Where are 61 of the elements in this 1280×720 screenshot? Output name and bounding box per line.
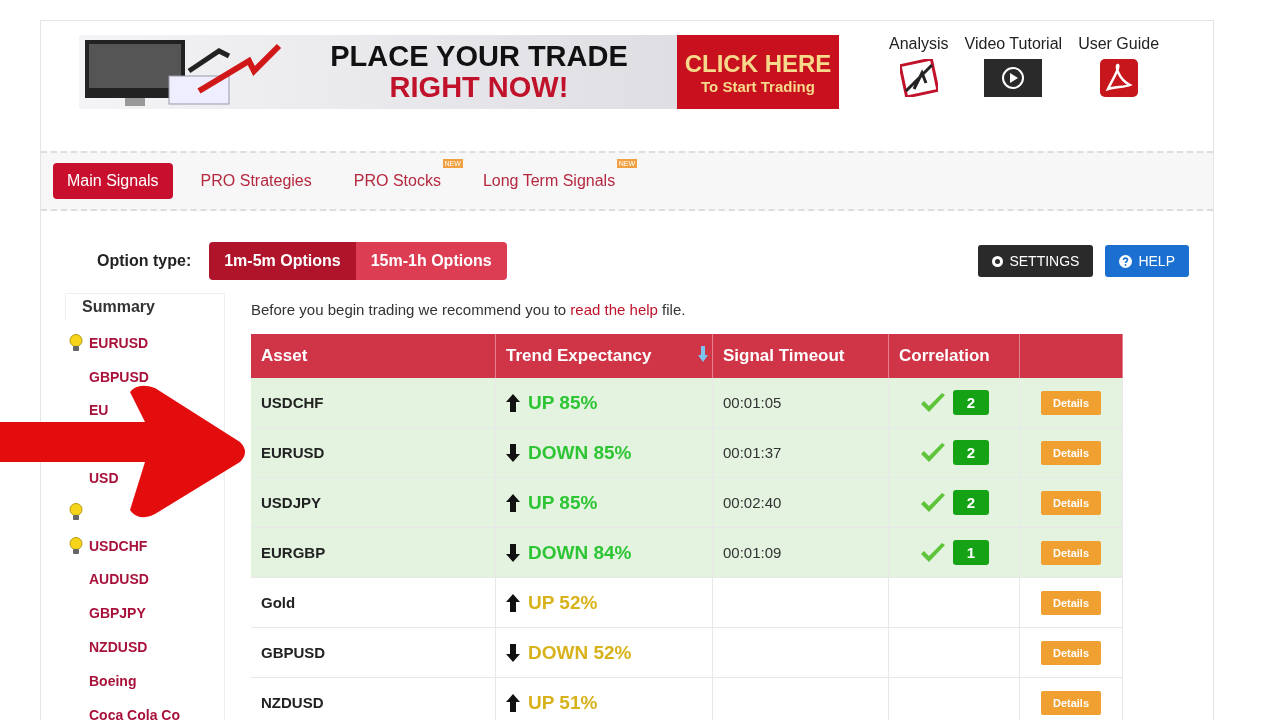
asset-link[interactable]: NZDUSD (89, 639, 148, 656)
header-link[interactable]: User Guide (1078, 35, 1160, 53)
asset-cell: EURGBP (251, 527, 496, 578)
asset-cell: GBPUSD (251, 627, 496, 678)
timeout-cell: 00:02:40 (723, 494, 782, 511)
banner-headline: PLACE YOUR TRADE (330, 41, 628, 72)
asset-link[interactable]: USD (89, 470, 119, 487)
sort-arrow-icon[interactable] (698, 346, 708, 362)
column-header: Trend Expectancy (495, 334, 713, 378)
asset-link[interactable]: GBPUSD (89, 368, 149, 385)
help-notice: Before you begin trading we recommend you to read the help file. (251, 301, 687, 318)
asset-link[interactable]: EU (89, 402, 109, 419)
trend-value: UP 85% (528, 491, 598, 514)
asset-cell: USDCHF (251, 378, 496, 428)
header-link[interactable]: Analysis (889, 35, 949, 53)
nav-tab[interactable]: Main Signals (53, 163, 173, 199)
correlation-badge: 2 (952, 490, 990, 515)
timeout-cell: 00:01:37 (723, 444, 782, 461)
trend-value: UP 52% (528, 591, 598, 614)
asset-cell: EURUSD (251, 427, 496, 478)
summary-tab[interactable]: Summary (65, 293, 225, 320)
help-button[interactable]: HELP (1105, 245, 1189, 277)
cta-panel[interactable]: CLICK HERE To Start Trading (677, 35, 839, 109)
nav-tab[interactable]: PRO Strategies (186, 163, 326, 199)
option-type-label: Option type: (97, 252, 192, 270)
column-header: Asset (251, 334, 496, 378)
correlation-badge: 2 (952, 390, 990, 415)
play-icon[interactable] (984, 59, 1043, 97)
asset-link[interactable]: AUDUSD (89, 571, 149, 588)
asset-cell: NZDUSD (251, 677, 496, 720)
asset-link[interactable]: Coca Cola Co (89, 706, 180, 720)
column-header: Correlation (888, 334, 1020, 378)
asset-link[interactable]: USDCHF (89, 537, 148, 554)
chart-arrow-icon[interactable] (899, 59, 938, 97)
correlation-badge: 2 (952, 440, 990, 465)
asset-link[interactable]: Boeing (89, 672, 137, 689)
help-icon (1119, 254, 1133, 268)
timeout-cell: 00:01:09 (723, 544, 782, 561)
asset-link[interactable]: EURUSD (89, 334, 149, 351)
timeout-cell: 00:01:05 (723, 394, 782, 411)
correlation-badge: 1 (952, 540, 990, 565)
trend-value: DOWN 85% (528, 441, 632, 464)
trading-banner[interactable]: PLACE YOUR TRADE RIGHT NOW! CLICK HERE To Start Trading (79, 35, 839, 109)
trend-value: UP 51% (528, 691, 598, 714)
settings-button[interactable]: SETTINGS (978, 245, 1094, 277)
help-link[interactable]: read the help (570, 301, 658, 318)
pdf-icon[interactable] (1099, 59, 1138, 97)
banner-headline-accent: RIGHT NOW! (389, 72, 569, 103)
asset-cell: Gold (251, 577, 496, 628)
trend-value: UP 85% (528, 391, 598, 414)
cta-subtitle: To Start Trading (701, 77, 815, 95)
option-toggle[interactable]: 1m-5m Options (209, 242, 356, 280)
asset-link[interactable]: GBPJPY (89, 605, 146, 622)
cta-title: CLICK HERE (684, 49, 832, 78)
asset-cell: USDJPY (251, 477, 496, 528)
header-link[interactable]: Video Tutorial (964, 35, 1063, 53)
trend-value: DOWN 84% (528, 541, 632, 564)
trend-value: DOWN 52% (528, 641, 632, 664)
settings-icon (992, 255, 1004, 267)
option-toggle[interactable]: 15m-1h Options (355, 242, 507, 280)
column-header: Signal Timeout (712, 334, 889, 378)
